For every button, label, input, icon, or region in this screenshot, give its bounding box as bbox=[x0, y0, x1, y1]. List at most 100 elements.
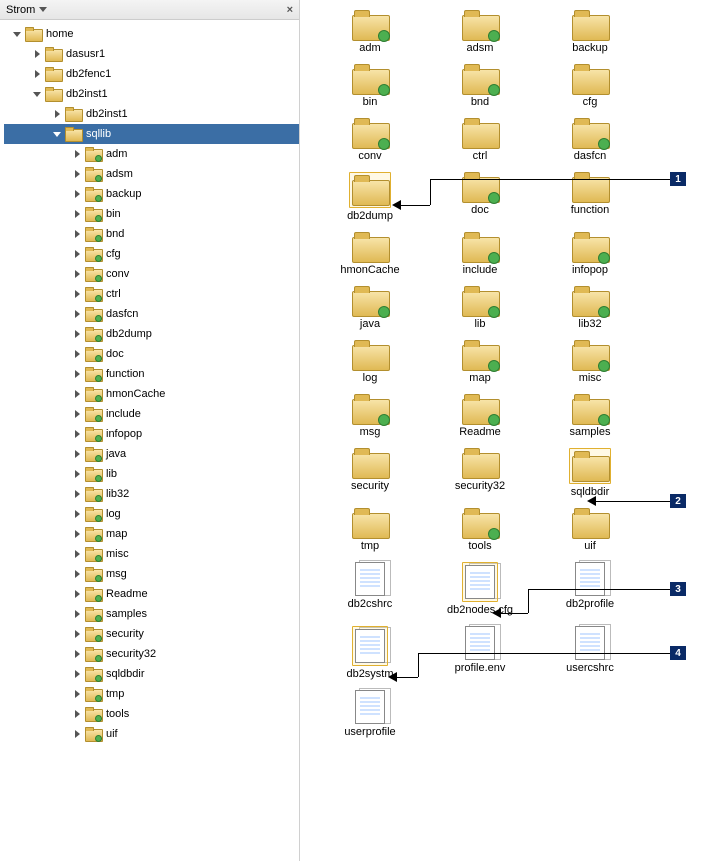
grid-item-userprofile[interactable]: userprofile bbox=[320, 690, 420, 738]
grid-item-adm[interactable]: adm bbox=[320, 10, 420, 54]
twisty-icon[interactable] bbox=[72, 389, 82, 399]
tree-item-sqldbdir[interactable]: sqldbdir bbox=[4, 664, 299, 684]
twisty-icon[interactable] bbox=[72, 549, 82, 559]
tree-item-bnd[interactable]: bnd bbox=[4, 224, 299, 244]
grid-item-bnd[interactable]: bnd bbox=[430, 64, 530, 108]
tree-item-infopop[interactable]: infopop bbox=[4, 424, 299, 444]
grid-item-security32[interactable]: security32 bbox=[430, 448, 530, 498]
grid-item-include[interactable]: include bbox=[430, 232, 530, 276]
tree-item-security[interactable]: security bbox=[4, 624, 299, 644]
tree-item-hmoncache[interactable]: hmonCache bbox=[4, 384, 299, 404]
twisty-icon[interactable] bbox=[72, 429, 82, 439]
tree-item-doc[interactable]: doc bbox=[4, 344, 299, 364]
twisty-icon[interactable] bbox=[72, 609, 82, 619]
grid-item-misc[interactable]: misc bbox=[540, 340, 640, 384]
grid-item-tmp[interactable]: tmp bbox=[320, 508, 420, 552]
twisty-icon[interactable] bbox=[72, 369, 82, 379]
twisty-icon[interactable] bbox=[72, 409, 82, 419]
tree-item-samples[interactable]: samples bbox=[4, 604, 299, 624]
twisty-icon[interactable] bbox=[72, 669, 82, 679]
tree-item-uif[interactable]: uif bbox=[4, 724, 299, 744]
tree-item-map[interactable]: map bbox=[4, 524, 299, 544]
grid-item-tools[interactable]: tools bbox=[430, 508, 530, 552]
tree-item-bin[interactable]: bin bbox=[4, 204, 299, 224]
twisty-icon[interactable] bbox=[72, 449, 82, 459]
twisty-icon[interactable] bbox=[72, 149, 82, 159]
twisty-icon[interactable] bbox=[72, 289, 82, 299]
grid-item-db2systm[interactable]: db2systm bbox=[320, 626, 420, 680]
tree-item-misc[interactable]: misc bbox=[4, 544, 299, 564]
tree-item-tmp[interactable]: tmp bbox=[4, 684, 299, 704]
tree-item-backup[interactable]: backup bbox=[4, 184, 299, 204]
twisty-icon[interactable] bbox=[72, 689, 82, 699]
tree-item-home[interactable]: home bbox=[4, 24, 299, 44]
grid-item-cfg[interactable]: cfg bbox=[540, 64, 640, 108]
grid-item-adsm[interactable]: adsm bbox=[430, 10, 530, 54]
grid-item-lib32[interactable]: lib32 bbox=[540, 286, 640, 330]
tree-item-security32[interactable]: security32 bbox=[4, 644, 299, 664]
tree-item-sqllib[interactable]: sqllib bbox=[4, 124, 299, 144]
tree-item-dasfcn[interactable]: dasfcn bbox=[4, 304, 299, 324]
grid-item-security[interactable]: security bbox=[320, 448, 420, 498]
tree-item-db2dump[interactable]: db2dump bbox=[4, 324, 299, 344]
twisty-icon[interactable] bbox=[72, 649, 82, 659]
twisty-icon[interactable] bbox=[72, 349, 82, 359]
tree-item-dasusr1[interactable]: dasusr1 bbox=[4, 44, 299, 64]
grid-item-uif[interactable]: uif bbox=[540, 508, 640, 552]
tree-item-function[interactable]: function bbox=[4, 364, 299, 384]
tree-item-adm[interactable]: adm bbox=[4, 144, 299, 164]
grid-item-hmoncache[interactable]: hmonCache bbox=[320, 232, 420, 276]
twisty-icon[interactable] bbox=[32, 89, 42, 99]
twisty-icon[interactable] bbox=[32, 69, 42, 79]
twisty-icon[interactable] bbox=[32, 49, 42, 59]
grid-item-db2cshrc[interactable]: db2cshrc bbox=[320, 562, 420, 616]
grid-item-backup[interactable]: backup bbox=[540, 10, 640, 54]
tree-item-conv[interactable]: conv bbox=[4, 264, 299, 284]
grid-item-map[interactable]: map bbox=[430, 340, 530, 384]
grid-item-infopop[interactable]: infopop bbox=[540, 232, 640, 276]
twisty-icon[interactable] bbox=[52, 129, 62, 139]
tree-scroll[interactable]: home dasusr1 db2fenc1 db2inst1 db2inst1 bbox=[0, 20, 299, 861]
twisty-icon[interactable] bbox=[72, 269, 82, 279]
tree-item-db2fenc1[interactable]: db2fenc1 bbox=[4, 64, 299, 84]
twisty-icon[interactable] bbox=[72, 629, 82, 639]
twisty-icon[interactable] bbox=[72, 709, 82, 719]
tree-item-lib[interactable]: lib bbox=[4, 464, 299, 484]
twisty-icon[interactable] bbox=[72, 329, 82, 339]
twisty-icon[interactable] bbox=[72, 469, 82, 479]
twisty-icon[interactable] bbox=[72, 729, 82, 739]
tree-item-readme[interactable]: Readme bbox=[4, 584, 299, 604]
tree-item-ctrl[interactable]: ctrl bbox=[4, 284, 299, 304]
grid-item-java[interactable]: java bbox=[320, 286, 420, 330]
twisty-icon[interactable] bbox=[72, 589, 82, 599]
tree-item-include[interactable]: include bbox=[4, 404, 299, 424]
tree-item-tools[interactable]: tools bbox=[4, 704, 299, 724]
twisty-icon[interactable] bbox=[72, 209, 82, 219]
twisty-icon[interactable] bbox=[72, 229, 82, 239]
twisty-icon[interactable] bbox=[12, 29, 22, 39]
tree-item-db2inst1-nested[interactable]: db2inst1 bbox=[4, 104, 299, 124]
grid-item-conv[interactable]: conv bbox=[320, 118, 420, 162]
twisty-icon[interactable] bbox=[72, 309, 82, 319]
twisty-icon[interactable] bbox=[72, 489, 82, 499]
tree-item-java[interactable]: java bbox=[4, 444, 299, 464]
grid-item-lib[interactable]: lib bbox=[430, 286, 530, 330]
close-icon[interactable]: × bbox=[287, 4, 293, 16]
twisty-icon[interactable] bbox=[72, 189, 82, 199]
twisty-icon[interactable] bbox=[72, 169, 82, 179]
tree-item-msg[interactable]: msg bbox=[4, 564, 299, 584]
grid-item-sqldbdir[interactable]: sqldbdir bbox=[540, 448, 640, 498]
twisty-icon[interactable] bbox=[72, 509, 82, 519]
grid-item-readme[interactable]: Readme bbox=[430, 394, 530, 438]
tree-item-lib32[interactable]: lib32 bbox=[4, 484, 299, 504]
twisty-icon[interactable] bbox=[72, 569, 82, 579]
grid-item-log[interactable]: log bbox=[320, 340, 420, 384]
dropdown-icon[interactable] bbox=[39, 7, 47, 12]
grid-item-dasfcn[interactable]: dasfcn bbox=[540, 118, 640, 162]
twisty-icon[interactable] bbox=[72, 249, 82, 259]
tree-item-log[interactable]: log bbox=[4, 504, 299, 524]
tree-item-cfg[interactable]: cfg bbox=[4, 244, 299, 264]
tree-item-adsm[interactable]: adsm bbox=[4, 164, 299, 184]
grid-item-bin[interactable]: bin bbox=[320, 64, 420, 108]
grid-item-db2dump[interactable]: db2dump bbox=[320, 172, 420, 222]
